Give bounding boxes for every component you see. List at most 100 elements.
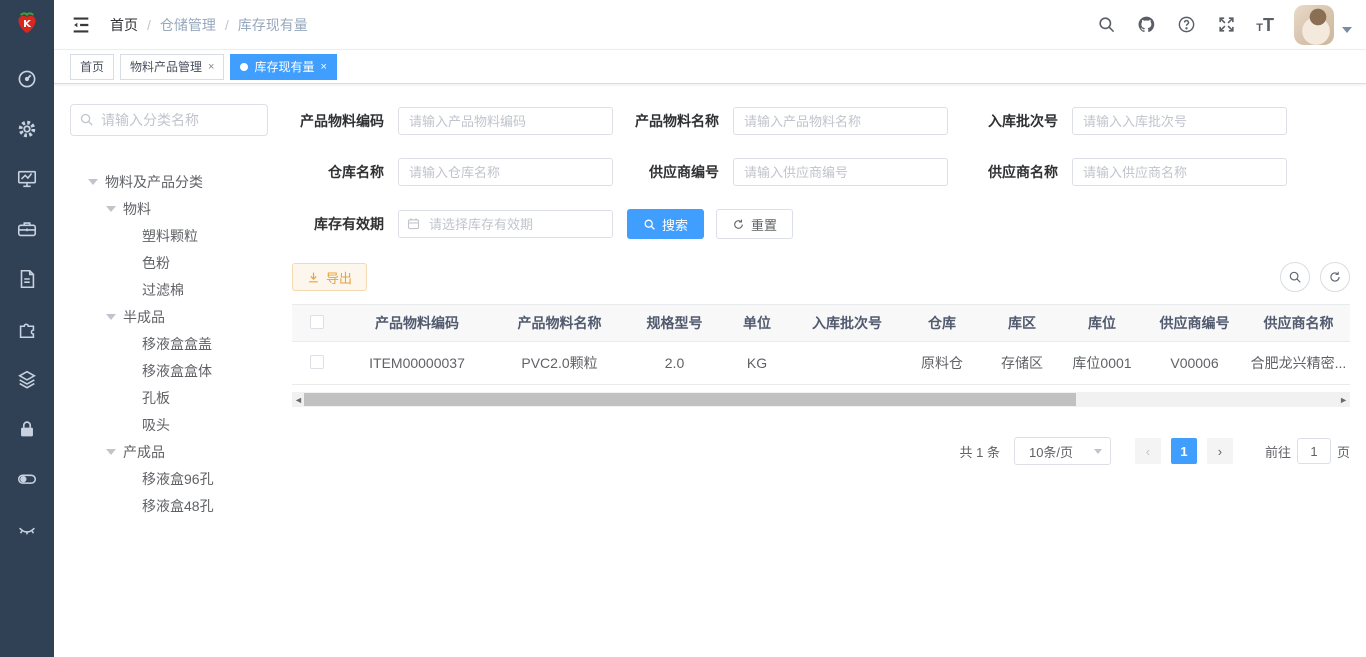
tree-node-leaf[interactable]: 移液盒96孔: [70, 465, 270, 492]
tab-inventory-onhand[interactable]: 库存现有量 ×: [230, 54, 336, 80]
sidebar-item-settings[interactable]: [0, 104, 54, 154]
tree-node-leaf[interactable]: 移液盒盒盖: [70, 330, 270, 357]
tree-node-leaf[interactable]: 塑料颗粒: [70, 222, 270, 249]
filter-form: 产品物料编码 产品物料名称 入库批次号 仓库名称 供应商编号 供应商名称 库存有…: [292, 107, 1350, 239]
product-code-input[interactable]: [398, 107, 613, 135]
tree-node-label: 产成品: [123, 442, 165, 462]
scrollbar-thumb[interactable]: [304, 393, 1076, 406]
tree-node-leaf[interactable]: 移液盒盒体: [70, 357, 270, 384]
tree-node-leaf[interactable]: 移液盒48孔: [70, 492, 270, 519]
caret-down-icon[interactable]: [106, 314, 116, 320]
column-header: 供应商编号: [1142, 305, 1247, 342]
chevron-down-icon: [1342, 27, 1352, 33]
column-header: 规格型号: [627, 305, 722, 342]
field-label: 供应商编号: [627, 162, 719, 182]
table-header-row: 产品物料编码 产品物料名称 规格型号 单位 入库批次号 仓库 库区 库位 供应商…: [292, 305, 1350, 342]
prev-page-button[interactable]: ‹: [1135, 438, 1161, 464]
warehouse-name-input[interactable]: [398, 158, 613, 186]
category-search-input[interactable]: [70, 104, 268, 136]
table-horizontal-scrollbar[interactable]: ◄ ►: [292, 392, 1350, 407]
sidebar-item-plugin[interactable]: [0, 304, 54, 354]
column-header: 仓库: [902, 305, 982, 342]
breadcrumb-home[interactable]: 首页: [110, 15, 138, 35]
tree-node-leaf[interactable]: 孔板: [70, 384, 270, 411]
refresh-icon: [732, 218, 745, 231]
sidebar-item-document[interactable]: [0, 254, 54, 304]
sidebar-item-lock[interactable]: [0, 404, 54, 454]
supplier-name-input[interactable]: [1072, 158, 1287, 186]
github-link[interactable]: [1136, 15, 1156, 35]
document-icon: [16, 268, 38, 290]
tree-node-group[interactable]: 半成品: [70, 303, 270, 330]
tree-node-group[interactable]: 产成品: [70, 438, 270, 465]
monitor-chart-icon: [16, 168, 38, 190]
page-size-value: 10条/页: [1029, 442, 1073, 461]
table-row[interactable]: ITEM00000037 PVC2.0颗粒 2.0 KG 原料仓 存储区 库位0…: [292, 342, 1350, 385]
caret-down-icon[interactable]: [88, 179, 98, 185]
sidebar-item-toolbox[interactable]: [0, 204, 54, 254]
inventory-table: 产品物料编码 产品物料名称 规格型号 单位 入库批次号 仓库 库区 库位 供应商…: [292, 304, 1350, 385]
search-button[interactable]: 搜索: [627, 209, 704, 239]
category-tree-panel: 物料及产品分类 物料 塑料颗粒 色粉 过滤棉 半成品 移液盒盒盖 移液盒盒体: [54, 84, 284, 657]
top-navbar: 首页 / 仓储管理 / 库存现有量: [54, 0, 1366, 50]
tree-node-label: 吸头: [142, 415, 170, 435]
gear-icon: [16, 118, 38, 140]
tree-node-label: 移液盒盒盖: [142, 334, 212, 354]
tree-node-leaf[interactable]: 色粉: [70, 249, 270, 276]
app-window: K: [0, 0, 1366, 657]
supplier-code-input[interactable]: [733, 158, 948, 186]
user-menu[interactable]: [1294, 5, 1352, 45]
tree-node-group[interactable]: 物料: [70, 195, 270, 222]
select-all-checkbox[interactable]: [310, 315, 324, 329]
tab-home[interactable]: 首页: [70, 54, 114, 80]
next-page-button[interactable]: ›: [1207, 438, 1233, 464]
expiry-date-input[interactable]: [398, 210, 613, 238]
app-logo[interactable]: K: [0, 0, 54, 50]
reset-button[interactable]: 重置: [716, 209, 793, 239]
toolbox-icon: [16, 218, 38, 240]
batch-no-input[interactable]: [1072, 107, 1287, 135]
avatar[interactable]: [1294, 5, 1334, 45]
column-header: 单位: [722, 305, 792, 342]
search-icon: [1097, 15, 1116, 34]
help-button[interactable]: [1176, 15, 1196, 35]
cell-product-code: ITEM00000037: [342, 342, 492, 385]
tab-label: 库存现有量: [254, 58, 314, 75]
page-number-1[interactable]: 1: [1171, 438, 1197, 464]
cell-product-name: PVC2.0颗粒: [492, 342, 627, 385]
scroll-left-icon[interactable]: ◄: [294, 395, 303, 405]
github-icon: [1137, 15, 1156, 34]
tree-node-label: 半成品: [123, 307, 165, 327]
refresh-table-button[interactable]: [1320, 262, 1350, 292]
fullscreen-button[interactable]: [1216, 15, 1236, 35]
tree-node-root[interactable]: 物料及产品分类: [70, 168, 270, 195]
sidebar-item-toggle[interactable]: [0, 454, 54, 504]
export-button[interactable]: 导出: [292, 263, 367, 291]
goto-page-input[interactable]: [1297, 438, 1331, 464]
row-checkbox[interactable]: [310, 355, 324, 369]
header-search-button[interactable]: [1096, 15, 1116, 35]
product-name-input[interactable]: [733, 107, 948, 135]
hamburger-icon[interactable]: [70, 14, 92, 36]
tab-material-product[interactable]: 物料产品管理 ×: [120, 54, 224, 80]
caret-down-icon[interactable]: [106, 206, 116, 212]
breadcrumb-warehouse: 仓储管理: [160, 15, 216, 35]
sidebar-item-eye[interactable]: [0, 504, 54, 554]
tree-node-leaf[interactable]: 过滤棉: [70, 276, 270, 303]
close-icon[interactable]: ×: [320, 61, 326, 73]
sidebar-menu: [0, 54, 54, 554]
tree-node-leaf[interactable]: 吸头: [70, 411, 270, 438]
cell-supplier-code: V00006: [1142, 342, 1247, 385]
navbar-actions: TT: [1096, 5, 1352, 45]
caret-down-icon[interactable]: [106, 449, 116, 455]
field-label: 供应商名称: [962, 162, 1058, 182]
sidebar-item-dashboard[interactable]: [0, 54, 54, 104]
page-size-select[interactable]: 10条/页: [1014, 437, 1111, 465]
cell-unit: KG: [722, 342, 792, 385]
toggle-search-button[interactable]: [1280, 262, 1310, 292]
close-icon[interactable]: ×: [208, 61, 214, 73]
scroll-right-icon[interactable]: ►: [1339, 395, 1348, 405]
sidebar-item-monitor[interactable]: [0, 154, 54, 204]
sidebar-item-layers[interactable]: [0, 354, 54, 404]
font-size-icon[interactable]: TT: [1256, 16, 1274, 34]
